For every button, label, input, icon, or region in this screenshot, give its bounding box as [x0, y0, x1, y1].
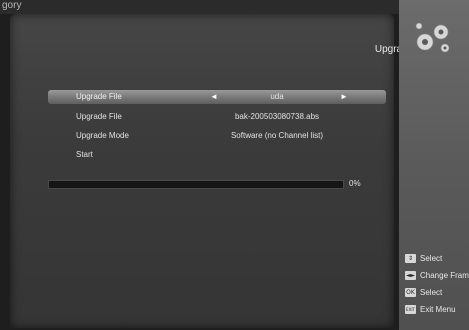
upgrade-screen: gory Upgrade By USB Upgrade File ◄ uda ►…	[0, 0, 469, 330]
main-panel	[10, 14, 394, 328]
upgrade-file-selector-row[interactable]: Upgrade File ◄ uda ►	[48, 90, 386, 104]
top-strip: gory	[0, 0, 400, 14]
row-label: Upgrade File	[76, 92, 122, 101]
progress-percent: 0%	[349, 179, 361, 188]
row-value: Software (no Channel list)	[230, 131, 324, 140]
left-right-keys-icon: ◄►	[405, 271, 416, 280]
legend-text: Select	[420, 288, 443, 297]
exit-key-icon: EXIT	[405, 305, 416, 314]
gears-logo-icon	[415, 22, 450, 53]
side-panel: ⇕ Select ◄► Change Fram OK Select EXIT E…	[399, 0, 469, 330]
start-row[interactable]: Start	[48, 147, 386, 166]
row-label: Upgrade Mode	[76, 131, 129, 140]
legend-text: Select	[420, 254, 443, 263]
legend-text: Exit Menu	[420, 305, 456, 314]
row-value: bak-200503080738.abs	[234, 112, 320, 121]
upgrade-mode-row[interactable]: Upgrade Mode Software (no Channel list)	[48, 128, 386, 147]
upgrade-file-row[interactable]: Upgrade File bak-200503080738.abs	[48, 109, 386, 128]
legend-text: Change Fram	[420, 271, 469, 280]
key-legend: ⇕ Select ◄► Change Fram OK Select EXIT E…	[405, 252, 469, 320]
settings-list: Upgrade File ◄ uda ► Upgrade File bak-20…	[48, 90, 386, 166]
start-button[interactable]: Start	[76, 150, 93, 159]
legend-item-exit: EXIT Exit Menu	[405, 303, 469, 320]
legend-item-ok: OK Select	[405, 286, 469, 303]
progress-bar	[48, 180, 344, 189]
legend-item-change: ◄► Change Fram	[405, 269, 469, 286]
ok-key-icon: OK	[405, 288, 416, 297]
row-label: Upgrade File	[76, 112, 122, 121]
up-down-keys-icon: ⇕	[405, 254, 416, 263]
arrow-right-icon[interactable]: ►	[340, 92, 348, 101]
legend-item-select: ⇕ Select	[405, 252, 469, 269]
top-strip-label: gory	[2, 0, 22, 11]
